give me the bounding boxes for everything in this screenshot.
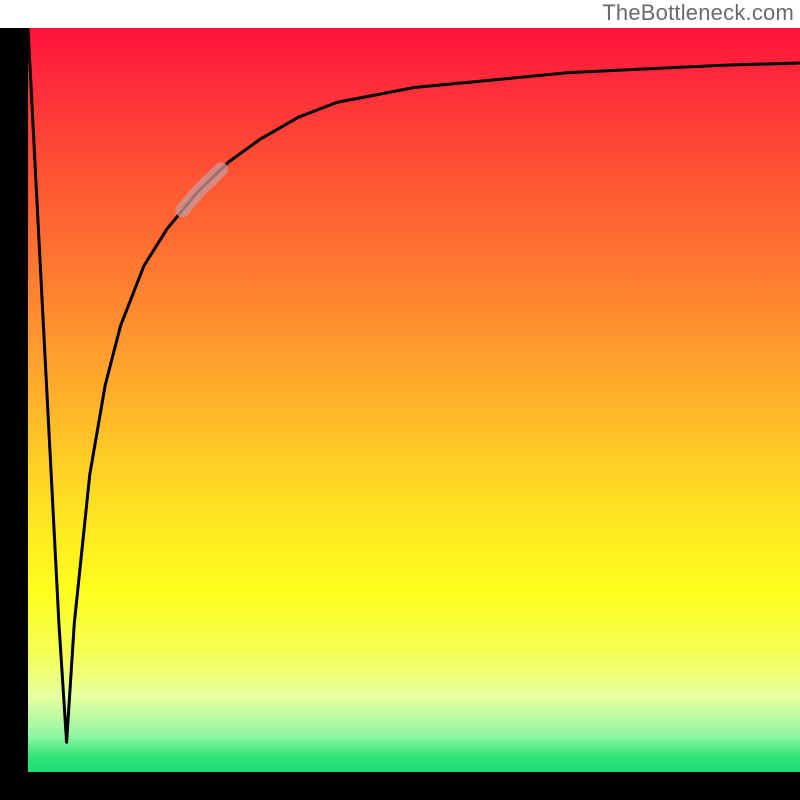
attribution-label: TheBottleneck.com: [602, 0, 794, 26]
bottleneck-curve: [28, 28, 800, 742]
chart-frame: [0, 28, 800, 800]
plot-area: [28, 28, 800, 772]
chart-container: TheBottleneck.com: [0, 0, 800, 800]
highlight-segment: [182, 169, 221, 210]
curve-layer: [28, 28, 800, 772]
